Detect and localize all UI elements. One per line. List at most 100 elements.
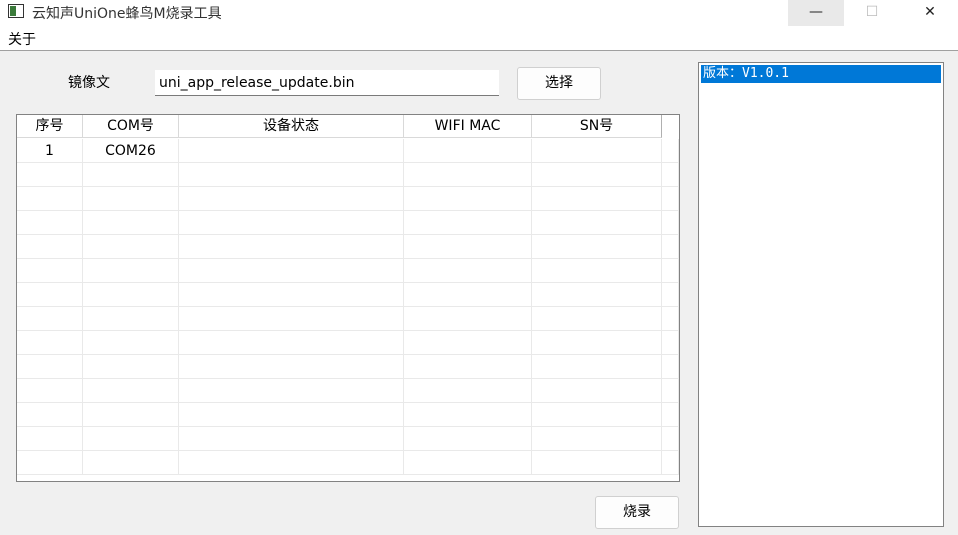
table-cell[interactable] bbox=[83, 163, 179, 187]
table-cell[interactable] bbox=[662, 307, 679, 331]
table-row[interactable]: 1 COM26 bbox=[17, 139, 679, 163]
column-header-wifi-mac[interactable]: WIFI MAC bbox=[404, 115, 532, 138]
table-cell[interactable] bbox=[17, 163, 83, 187]
table-cell[interactable] bbox=[404, 259, 532, 283]
table-cell[interactable] bbox=[17, 187, 83, 211]
table-cell[interactable] bbox=[404, 331, 532, 355]
table-cell[interactable] bbox=[179, 307, 404, 331]
table-cell[interactable] bbox=[532, 403, 662, 427]
table-row[interactable] bbox=[17, 403, 679, 427]
table-cell[interactable] bbox=[532, 451, 662, 475]
maximize-button[interactable]: ☐ bbox=[844, 0, 900, 26]
minimize-button[interactable]: — bbox=[788, 0, 844, 26]
table-row[interactable] bbox=[17, 187, 679, 211]
table-cell[interactable] bbox=[179, 259, 404, 283]
table-cell[interactable]: 1 bbox=[17, 139, 83, 163]
version-list[interactable]: 版本：V1.0.1 bbox=[698, 62, 944, 527]
table-cell[interactable] bbox=[404, 211, 532, 235]
table-row[interactable] bbox=[17, 427, 679, 451]
table-cell[interactable] bbox=[662, 235, 679, 259]
table-cell[interactable] bbox=[532, 235, 662, 259]
table-cell[interactable] bbox=[17, 331, 83, 355]
table-row[interactable] bbox=[17, 307, 679, 331]
table-cell[interactable] bbox=[17, 451, 83, 475]
table-cell[interactable] bbox=[662, 139, 679, 163]
close-button[interactable]: ✕ bbox=[902, 0, 958, 26]
table-cell[interactable] bbox=[179, 139, 404, 163]
table-cell[interactable] bbox=[662, 283, 679, 307]
table-cell[interactable] bbox=[532, 379, 662, 403]
table-cell[interactable] bbox=[662, 259, 679, 283]
choose-button[interactable]: 选择 bbox=[517, 67, 601, 100]
table-cell[interactable] bbox=[404, 139, 532, 163]
table-cell[interactable] bbox=[404, 451, 532, 475]
table-row[interactable] bbox=[17, 331, 679, 355]
table-cell[interactable] bbox=[83, 211, 179, 235]
table-cell[interactable] bbox=[532, 427, 662, 451]
table-cell[interactable] bbox=[662, 187, 679, 211]
table-cell[interactable] bbox=[404, 379, 532, 403]
table-cell[interactable] bbox=[662, 403, 679, 427]
table-cell[interactable] bbox=[404, 307, 532, 331]
table-cell[interactable] bbox=[404, 163, 532, 187]
table-cell[interactable] bbox=[17, 427, 83, 451]
table-cell[interactable] bbox=[179, 163, 404, 187]
image-file-input[interactable] bbox=[155, 70, 499, 96]
table-cell[interactable] bbox=[662, 451, 679, 475]
table-row[interactable] bbox=[17, 235, 679, 259]
table-cell[interactable] bbox=[17, 355, 83, 379]
table-cell[interactable] bbox=[83, 355, 179, 379]
table-cell[interactable] bbox=[179, 451, 404, 475]
table-cell[interactable] bbox=[179, 283, 404, 307]
table-cell[interactable] bbox=[17, 283, 83, 307]
table-cell[interactable] bbox=[17, 211, 83, 235]
column-header-sn[interactable]: SN号 bbox=[532, 115, 662, 138]
table-cell[interactable] bbox=[532, 331, 662, 355]
table-row[interactable] bbox=[17, 379, 679, 403]
table-cell[interactable] bbox=[404, 187, 532, 211]
table-row[interactable] bbox=[17, 211, 679, 235]
table-cell[interactable] bbox=[179, 427, 404, 451]
table-cell[interactable] bbox=[179, 235, 404, 259]
device-table[interactable]: 序号 COM号 设备状态 WIFI MAC SN号 1 COM26 bbox=[16, 114, 680, 482]
table-cell[interactable] bbox=[532, 259, 662, 283]
table-row[interactable] bbox=[17, 163, 679, 187]
table-cell[interactable] bbox=[179, 355, 404, 379]
table-cell[interactable] bbox=[532, 283, 662, 307]
table-cell[interactable] bbox=[532, 187, 662, 211]
table-cell[interactable] bbox=[404, 235, 532, 259]
table-cell[interactable] bbox=[83, 259, 179, 283]
table-cell[interactable] bbox=[532, 139, 662, 163]
table-cell[interactable] bbox=[179, 403, 404, 427]
table-cell[interactable] bbox=[17, 235, 83, 259]
table-cell[interactable] bbox=[404, 427, 532, 451]
table-cell[interactable] bbox=[17, 403, 83, 427]
table-cell[interactable]: COM26 bbox=[83, 139, 179, 163]
table-cell[interactable] bbox=[662, 163, 679, 187]
table-cell[interactable] bbox=[662, 355, 679, 379]
table-cell[interactable] bbox=[404, 283, 532, 307]
burn-button[interactable]: 烧录 bbox=[595, 496, 679, 529]
table-cell[interactable] bbox=[662, 379, 679, 403]
column-header-status[interactable]: 设备状态 bbox=[179, 115, 404, 138]
column-header-com[interactable]: COM号 bbox=[83, 115, 179, 138]
table-cell[interactable] bbox=[662, 331, 679, 355]
table-cell[interactable] bbox=[532, 211, 662, 235]
table-cell[interactable] bbox=[532, 355, 662, 379]
table-cell[interactable] bbox=[404, 355, 532, 379]
table-cell[interactable] bbox=[83, 427, 179, 451]
table-cell[interactable] bbox=[17, 379, 83, 403]
table-cell[interactable] bbox=[83, 379, 179, 403]
table-row[interactable] bbox=[17, 259, 679, 283]
table-cell[interactable] bbox=[83, 187, 179, 211]
table-cell[interactable] bbox=[83, 451, 179, 475]
table-row[interactable] bbox=[17, 283, 679, 307]
version-list-item[interactable]: 版本：V1.0.1 bbox=[701, 65, 941, 83]
table-cell[interactable] bbox=[17, 259, 83, 283]
menu-item-about[interactable]: 关于 bbox=[8, 29, 36, 49]
table-cell[interactable] bbox=[404, 403, 532, 427]
table-cell[interactable] bbox=[17, 307, 83, 331]
table-cell[interactable] bbox=[83, 235, 179, 259]
table-cell[interactable] bbox=[179, 379, 404, 403]
table-row[interactable] bbox=[17, 451, 679, 475]
